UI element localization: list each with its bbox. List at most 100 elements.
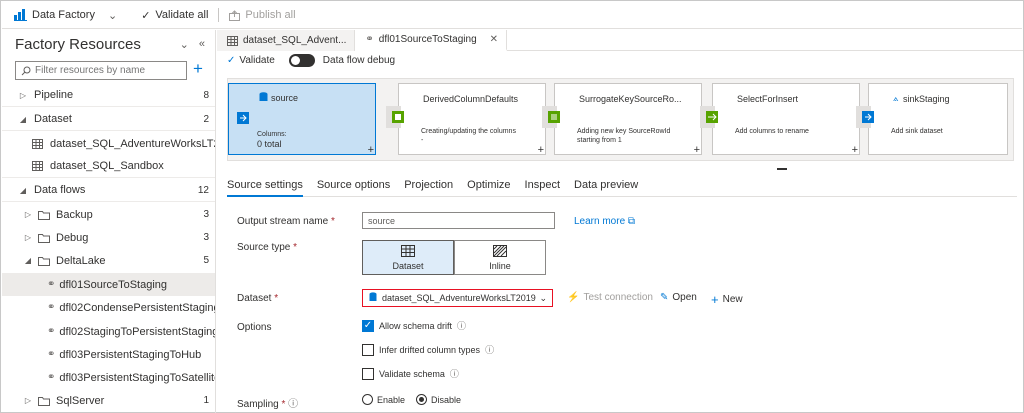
sampling-disable-radio[interactable]: Disable xyxy=(416,394,461,405)
tree-pipeline[interactable]: ▷ Pipeline 8 xyxy=(2,84,215,107)
select-icon xyxy=(706,111,718,126)
dataflow-item-label: dfl03PersistentStagingToHub xyxy=(59,348,202,361)
new-button[interactable]: + New xyxy=(711,292,743,307)
info-icon: ⓘ xyxy=(457,321,467,331)
node-source[interactable]: source Columns: 0 total + xyxy=(228,83,376,156)
pencil-icon: ✎ xyxy=(660,292,669,303)
check-icon: ✓ xyxy=(141,9,151,22)
tree-dataflow-item[interactable]: ⚭ dfl03PersistentStagingToHub xyxy=(2,343,215,366)
radio-unselected[interactable] xyxy=(362,394,373,405)
source-type-inline-button[interactable]: Inline xyxy=(454,240,546,275)
node-desc: starting from 1 xyxy=(577,137,622,144)
data-factory-menu[interactable]: Data Factory ⌄ xyxy=(14,9,117,22)
tab-inspect[interactable]: Inspect xyxy=(525,175,560,197)
checkbox-unchecked[interactable] xyxy=(362,343,374,356)
dataflow-canvas[interactable]: source Columns: 0 total + DerivedColumnD… xyxy=(227,78,1014,161)
info-icon: ⓘ xyxy=(485,345,495,355)
add-resource-button[interactable]: + xyxy=(193,60,203,78)
tree-folder-sqlserver[interactable]: ▷ SqlServer 1 xyxy=(2,389,215,412)
tree-folder-deltalake[interactable]: ◢ DeltaLake 5 xyxy=(2,249,215,272)
tree-dataset-item[interactable]: dataset_SQL_Sandbox xyxy=(2,155,215,178)
tab-label: dataset_SQL_Advent... xyxy=(243,35,347,46)
pipeline-label: Pipeline xyxy=(34,89,74,101)
add-transform-icon[interactable]: + xyxy=(538,144,544,156)
tree-dataflows[interactable]: ◢ Data flows 12 xyxy=(2,179,215,202)
tree-folder-debug[interactable]: ▷ Debug 3 xyxy=(2,226,215,249)
external-link-icon: ⧉ xyxy=(627,216,636,227)
resource-search[interactable] xyxy=(15,61,187,80)
folder-count: 5 xyxy=(203,255,209,266)
learn-more-link[interactable]: Learn more ⧉ xyxy=(574,216,635,227)
tab-dataset[interactable]: dataset_SQL_Advent... xyxy=(217,30,356,51)
folder-count: 3 xyxy=(203,209,209,220)
folder-icon xyxy=(38,256,50,266)
test-connection-button[interactable]: ⚡ Test connection xyxy=(567,292,653,303)
tree-dataflow-item[interactable]: ⚭ dfl02StagingToPersistentStaging xyxy=(2,320,215,343)
tab-data-preview[interactable]: Data preview xyxy=(574,175,638,197)
allow-schema-drift-checkbox[interactable]: ✓ Allow schema drift ⓘ xyxy=(362,319,466,332)
collapse-all-icon[interactable]: ⌄ xyxy=(180,38,189,51)
folder-label: DeltaLake xyxy=(56,254,106,267)
tree-folder-backup[interactable]: ▷ Backup 3 xyxy=(2,203,215,226)
tree-dataset-item[interactable]: dataset_SQL_AdventureWorksLT2019 xyxy=(2,132,215,155)
dataflow-toolbar: ✓ Validate Data flow debug xyxy=(227,54,395,67)
surrogate-key-icon xyxy=(548,111,560,126)
node-title: SelectForInsert xyxy=(737,94,799,104)
node-derived[interactable]: DerivedColumnDefaults Creating/updating … xyxy=(386,83,546,156)
tree-dataflow-item[interactable]: ⚭ dfl02CondensePersistentStaging xyxy=(2,296,215,319)
validate-schema-checkbox[interactable]: Validate schema ⓘ xyxy=(362,367,459,380)
sink-glyph-icon: ⟑ xyxy=(893,93,899,103)
tab-label: dfl01SourceToStaging xyxy=(378,34,477,45)
tree-dataset[interactable]: ◢ Dataset 2 xyxy=(2,108,215,131)
panel-controls: ⌄ « xyxy=(180,38,205,51)
node-sink[interactable]: ⟑ sinkStaging Add sink dataset xyxy=(856,83,1008,155)
dataflow-icon: ⚭ xyxy=(365,34,374,45)
search-input[interactable] xyxy=(35,65,183,76)
infer-types-checkbox[interactable]: Infer drifted column types ⓘ xyxy=(362,343,494,356)
caret-down-icon: ◢ xyxy=(19,185,27,195)
tab-projection[interactable]: Projection xyxy=(404,175,453,197)
publish-all-button[interactable]: Publish all xyxy=(229,9,296,21)
add-transform-icon[interactable]: + xyxy=(694,144,700,156)
dataset-dropdown[interactable]: dataset_SQL_AdventureWorksLT2019 ⌄ xyxy=(362,289,553,307)
tree-dataflow-item[interactable]: ⚭ dfl03PersistentStagingToSatellite xyxy=(2,366,215,389)
caret-right-icon: ▷ xyxy=(24,210,32,219)
publish-icon xyxy=(229,9,241,21)
tree-dataflow-item[interactable]: ⚭ dfl01SourceToStaging xyxy=(2,273,215,296)
editor-area: dataset_SQL_Advent... ⚭ dfl01SourceToSta… xyxy=(217,30,1023,413)
inline-icon xyxy=(493,244,507,259)
node-title: SurrogateKeySourceRo... xyxy=(579,94,682,104)
tab-dataflow[interactable]: ⚭ dfl01SourceToStaging ✕ xyxy=(355,30,508,51)
app-frame: Data Factory ⌄ ✓ Validate all Publish al… xyxy=(0,0,1024,413)
collapse-panel-icon[interactable]: « xyxy=(199,38,205,51)
tab-source-options[interactable]: Source options xyxy=(317,175,390,197)
node-desc: Add sink dataset xyxy=(891,128,943,135)
checkbox-checked[interactable]: ✓ xyxy=(362,319,374,332)
dataset-label: Dataset * xyxy=(237,293,279,304)
sampling-enable-radio[interactable]: Enable xyxy=(362,394,405,405)
checkbox-unchecked[interactable] xyxy=(362,367,374,380)
add-transform-icon[interactable]: + xyxy=(368,144,374,156)
dataflow-icon: ⚭ xyxy=(47,372,56,383)
pipeline-count: 8 xyxy=(203,89,209,101)
folder-icon xyxy=(38,396,50,406)
add-transform-icon[interactable]: + xyxy=(852,144,858,156)
validate-button[interactable]: ✓ Validate xyxy=(227,55,275,66)
plus-icon: + xyxy=(711,292,719,307)
close-icon[interactable]: ✕ xyxy=(490,34,498,45)
folder-count: 3 xyxy=(203,232,209,243)
tab-optimize[interactable]: Optimize xyxy=(467,175,510,197)
top-bar: Data Factory ⌄ ✓ Validate all Publish al… xyxy=(2,2,1022,29)
output-stream-input[interactable] xyxy=(362,212,555,229)
tab-source-settings[interactable]: Source settings xyxy=(227,175,303,197)
source-type-dataset-button[interactable]: Dataset xyxy=(362,240,454,275)
node-select[interactable]: SelectForInsert Add columns to rename + xyxy=(700,83,860,156)
debug-toggle[interactable] xyxy=(288,54,315,67)
node-surrogate[interactable]: SurrogateKeySourceRo... Adding new key S… xyxy=(542,83,702,156)
open-button[interactable]: ✎ Open xyxy=(660,292,697,303)
node-desc: Columns: xyxy=(257,131,287,138)
validate-all-button[interactable]: ✓ Validate all xyxy=(141,9,208,22)
radio-selected[interactable] xyxy=(416,394,427,405)
canvas-resize-handle[interactable] xyxy=(777,168,787,170)
output-stream-label: Output stream name * xyxy=(237,216,335,227)
